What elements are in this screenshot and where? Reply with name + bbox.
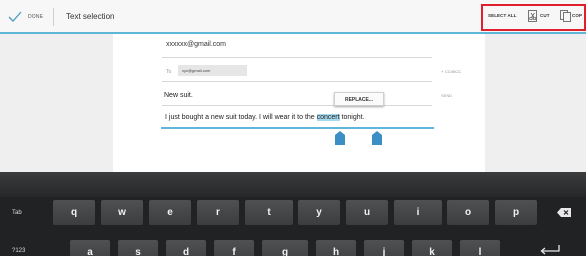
to-divider: [162, 81, 432, 82]
page-title: Text selection: [66, 12, 115, 21]
key-y[interactable]: y: [298, 200, 340, 225]
message-body[interactable]: I just bought a new suit today. I will w…: [165, 114, 365, 121]
key-p[interactable]: p: [495, 200, 537, 225]
tab-key[interactable]: Tab: [12, 210, 22, 216]
key-i[interactable]: i: [394, 200, 442, 225]
from-account[interactable]: xxxxxx@gmail.com: [166, 41, 226, 48]
screen: DONE Text selection SELECT ALL CUT COP x…: [0, 0, 586, 256]
key-d[interactable]: d: [166, 240, 206, 256]
enter-icon[interactable]: [539, 245, 561, 255]
key-h[interactable]: h: [316, 240, 356, 256]
divider: [53, 8, 54, 26]
subject-field[interactable]: New suit.: [164, 92, 193, 99]
select-all-button[interactable]: SELECT ALL: [488, 13, 517, 18]
copy-icon[interactable]: [560, 10, 572, 22]
done-label: DONE: [28, 14, 44, 20]
subject-divider: [162, 105, 432, 106]
from-divider: [162, 57, 432, 58]
key-q[interactable]: q: [53, 200, 95, 225]
keyboard-top-bar: [0, 172, 586, 197]
key-f[interactable]: f: [214, 240, 254, 256]
backspace-icon[interactable]: [557, 208, 571, 217]
replace-popup[interactable]: REPLACE...: [334, 92, 384, 106]
key-k[interactable]: k: [412, 240, 452, 256]
cc-bcc-button[interactable]: + CC/BCC: [441, 69, 461, 74]
left-margin: [0, 34, 113, 172]
replace-label: REPLACE...: [344, 97, 374, 103]
to-label: To: [166, 69, 172, 75]
key-l[interactable]: l: [460, 240, 500, 256]
key-g[interactable]: g: [262, 240, 308, 256]
send-button[interactable]: SEND: [441, 93, 452, 98]
body-text-after: tonight.: [339, 114, 365, 121]
key-a[interactable]: a: [70, 240, 110, 256]
key-s[interactable]: s: [118, 240, 158, 256]
key-r[interactable]: r: [197, 200, 239, 225]
key-j[interactable]: j: [364, 240, 404, 256]
cut-icon[interactable]: [528, 10, 538, 22]
body-underline: [161, 127, 434, 129]
action-bar: DONE Text selection SELECT ALL CUT COP: [0, 0, 586, 33]
checkmark-icon: [8, 11, 22, 22]
body-text-before: I just bought a new suit today. I will w…: [165, 114, 317, 121]
recipient-chip[interactable]: xyz@gmail.com: [178, 65, 247, 76]
selection-end-handle[interactable]: [372, 131, 382, 145]
key-o[interactable]: o: [447, 200, 489, 225]
key-u[interactable]: u: [346, 200, 388, 225]
copy-button[interactable]: COP: [572, 13, 582, 18]
selected-text: concert: [316, 114, 340, 121]
key-t[interactable]: t: [245, 200, 293, 225]
selection-start-handle[interactable]: [335, 131, 345, 145]
compose-card: [113, 34, 485, 172]
symbols-key[interactable]: ?123: [12, 248, 25, 254]
done-button[interactable]: DONE: [8, 10, 43, 24]
right-margin: [485, 34, 586, 172]
key-e[interactable]: e: [149, 200, 191, 225]
key-w[interactable]: w: [101, 200, 143, 225]
cut-button[interactable]: CUT: [540, 13, 550, 18]
